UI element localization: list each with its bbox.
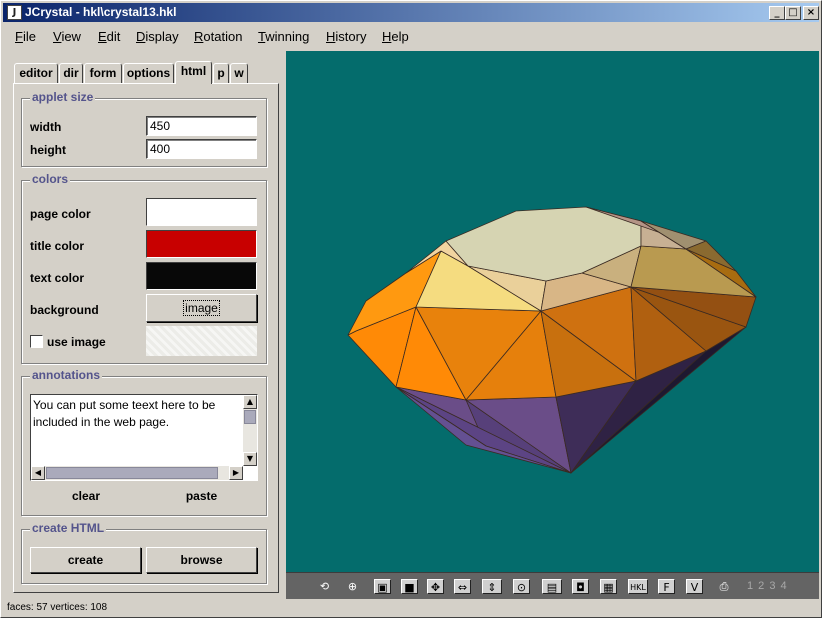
annotations-textarea[interactable]: You can put some teext here to be includ… <box>30 394 258 481</box>
move-icon[interactable]: ✥ <box>427 579 444 594</box>
scroll-thumb-vertical[interactable] <box>244 410 256 424</box>
menu-bar: File View Edit Display Rotation Twinning… <box>3 25 819 49</box>
create-html-title: create HTML <box>30 521 107 535</box>
image-preview <box>146 326 257 356</box>
width-label: width <box>30 120 62 134</box>
create-button[interactable]: create <box>30 547 141 573</box>
height-field[interactable]: 400 <box>146 139 257 159</box>
horizontal-scrollbar[interactable]: ◀ ▶ <box>31 466 243 480</box>
minimize-button[interactable]: _ <box>769 6 785 20</box>
vertical-scrollbar[interactable]: ▲ ▼ <box>243 395 257 466</box>
tab-options[interactable]: options <box>123 63 174 83</box>
status-bar: faces: 57 vertices: 108 <box>3 599 819 617</box>
view-toolbar: ⟲ ⊕ ▣ ■ ✥ ⇔ ⇕ ⊙ ▤ ◘ ▦ HKL F V ⎙ 1 2 3 4 <box>286 572 819 599</box>
title-bar[interactable]: J JCrystal - hkl\crystal13.hkl _ □ × <box>3 3 819 22</box>
title-color-label: title color <box>30 239 85 253</box>
close-button[interactable]: × <box>803 6 819 20</box>
page-color-label: page color <box>30 207 91 221</box>
menu-view[interactable]: View <box>53 29 81 44</box>
annotations-title: annotations <box>30 368 102 382</box>
crop-icon[interactable]: ◘ <box>572 579 589 594</box>
magnify-icon[interactable]: ⊙ <box>513 579 530 594</box>
app-window: J JCrystal - hkl\crystal13.hkl _ □ × Fil… <box>0 0 822 618</box>
hkl-icon[interactable]: HKL <box>628 579 648 594</box>
tab-html[interactable]: html <box>175 61 212 84</box>
move-vertical-icon[interactable]: ⇕ <box>482 579 502 594</box>
background-label: background <box>30 303 99 317</box>
clear-button[interactable]: clear <box>30 489 142 503</box>
applet-size-title: applet size <box>30 90 96 104</box>
menu-display[interactable]: Display <box>136 29 179 44</box>
status-text: faces: 57 vertices: 108 <box>7 602 108 613</box>
scroll-thumb-horizontal[interactable] <box>46 467 218 479</box>
colors-title: colors <box>30 172 71 186</box>
print-icon[interactable]: ⎙ <box>714 579 734 594</box>
image-icon[interactable]: ▦ <box>600 579 617 594</box>
menu-file[interactable]: File <box>15 29 36 44</box>
tab-editor[interactable]: editor <box>14 63 58 83</box>
scroll-right-icon[interactable]: ▶ <box>229 466 243 480</box>
height-label: height <box>30 143 66 157</box>
use-image-label: use image <box>47 335 106 349</box>
background-image-button[interactable]: image <box>146 294 257 322</box>
crystal-model[interactable] <box>286 51 819 572</box>
frame-icon[interactable]: ▣ <box>374 579 391 594</box>
tab-dir[interactable]: dir <box>59 63 83 83</box>
menu-help[interactable]: Help <box>382 29 409 44</box>
use-image-checkbox[interactable] <box>30 335 43 348</box>
scroll-up-icon[interactable]: ▲ <box>243 395 257 409</box>
move-horizontal-icon[interactable]: ⇔ <box>454 579 471 594</box>
menu-history[interactable]: History <box>326 29 366 44</box>
page-color-swatch[interactable] <box>146 198 257 226</box>
app-icon: J <box>7 5 22 20</box>
page-numbers[interactable]: 1 2 3 4 <box>747 580 788 592</box>
width-field[interactable]: 450 <box>146 116 257 136</box>
fit-icon[interactable]: ▤ <box>542 579 562 594</box>
annotations-text: You can put some teext here to be includ… <box>33 398 219 429</box>
menu-rotation[interactable]: Rotation <box>194 29 242 44</box>
background-image-label: image <box>183 300 220 316</box>
crystal-viewport[interactable] <box>286 51 819 572</box>
tab-w[interactable]: w <box>230 63 248 83</box>
tab-form[interactable]: form <box>84 63 122 83</box>
text-color-swatch[interactable] <box>146 262 257 290</box>
maximize-button[interactable]: □ <box>785 6 801 20</box>
paste-button[interactable]: paste <box>146 489 257 503</box>
menu-twinning[interactable]: Twinning <box>258 29 309 44</box>
square-icon[interactable]: ■ <box>401 579 418 594</box>
f-icon[interactable]: F <box>658 579 675 594</box>
menu-edit[interactable]: Edit <box>98 29 120 44</box>
browse-button[interactable]: browse <box>146 547 257 573</box>
rotate-tool-icon[interactable]: ⟲ <box>316 579 333 594</box>
zoom-tool-icon[interactable]: ⊕ <box>344 579 361 594</box>
window-title: JCrystal - hkl\crystal13.hkl <box>25 5 177 19</box>
scroll-left-icon[interactable]: ◀ <box>31 466 45 480</box>
title-color-swatch[interactable] <box>146 230 257 258</box>
v-icon[interactable]: V <box>686 579 703 594</box>
tab-p[interactable]: p <box>213 63 229 83</box>
text-color-label: text color <box>30 271 85 285</box>
scroll-down-icon[interactable]: ▼ <box>243 452 257 466</box>
